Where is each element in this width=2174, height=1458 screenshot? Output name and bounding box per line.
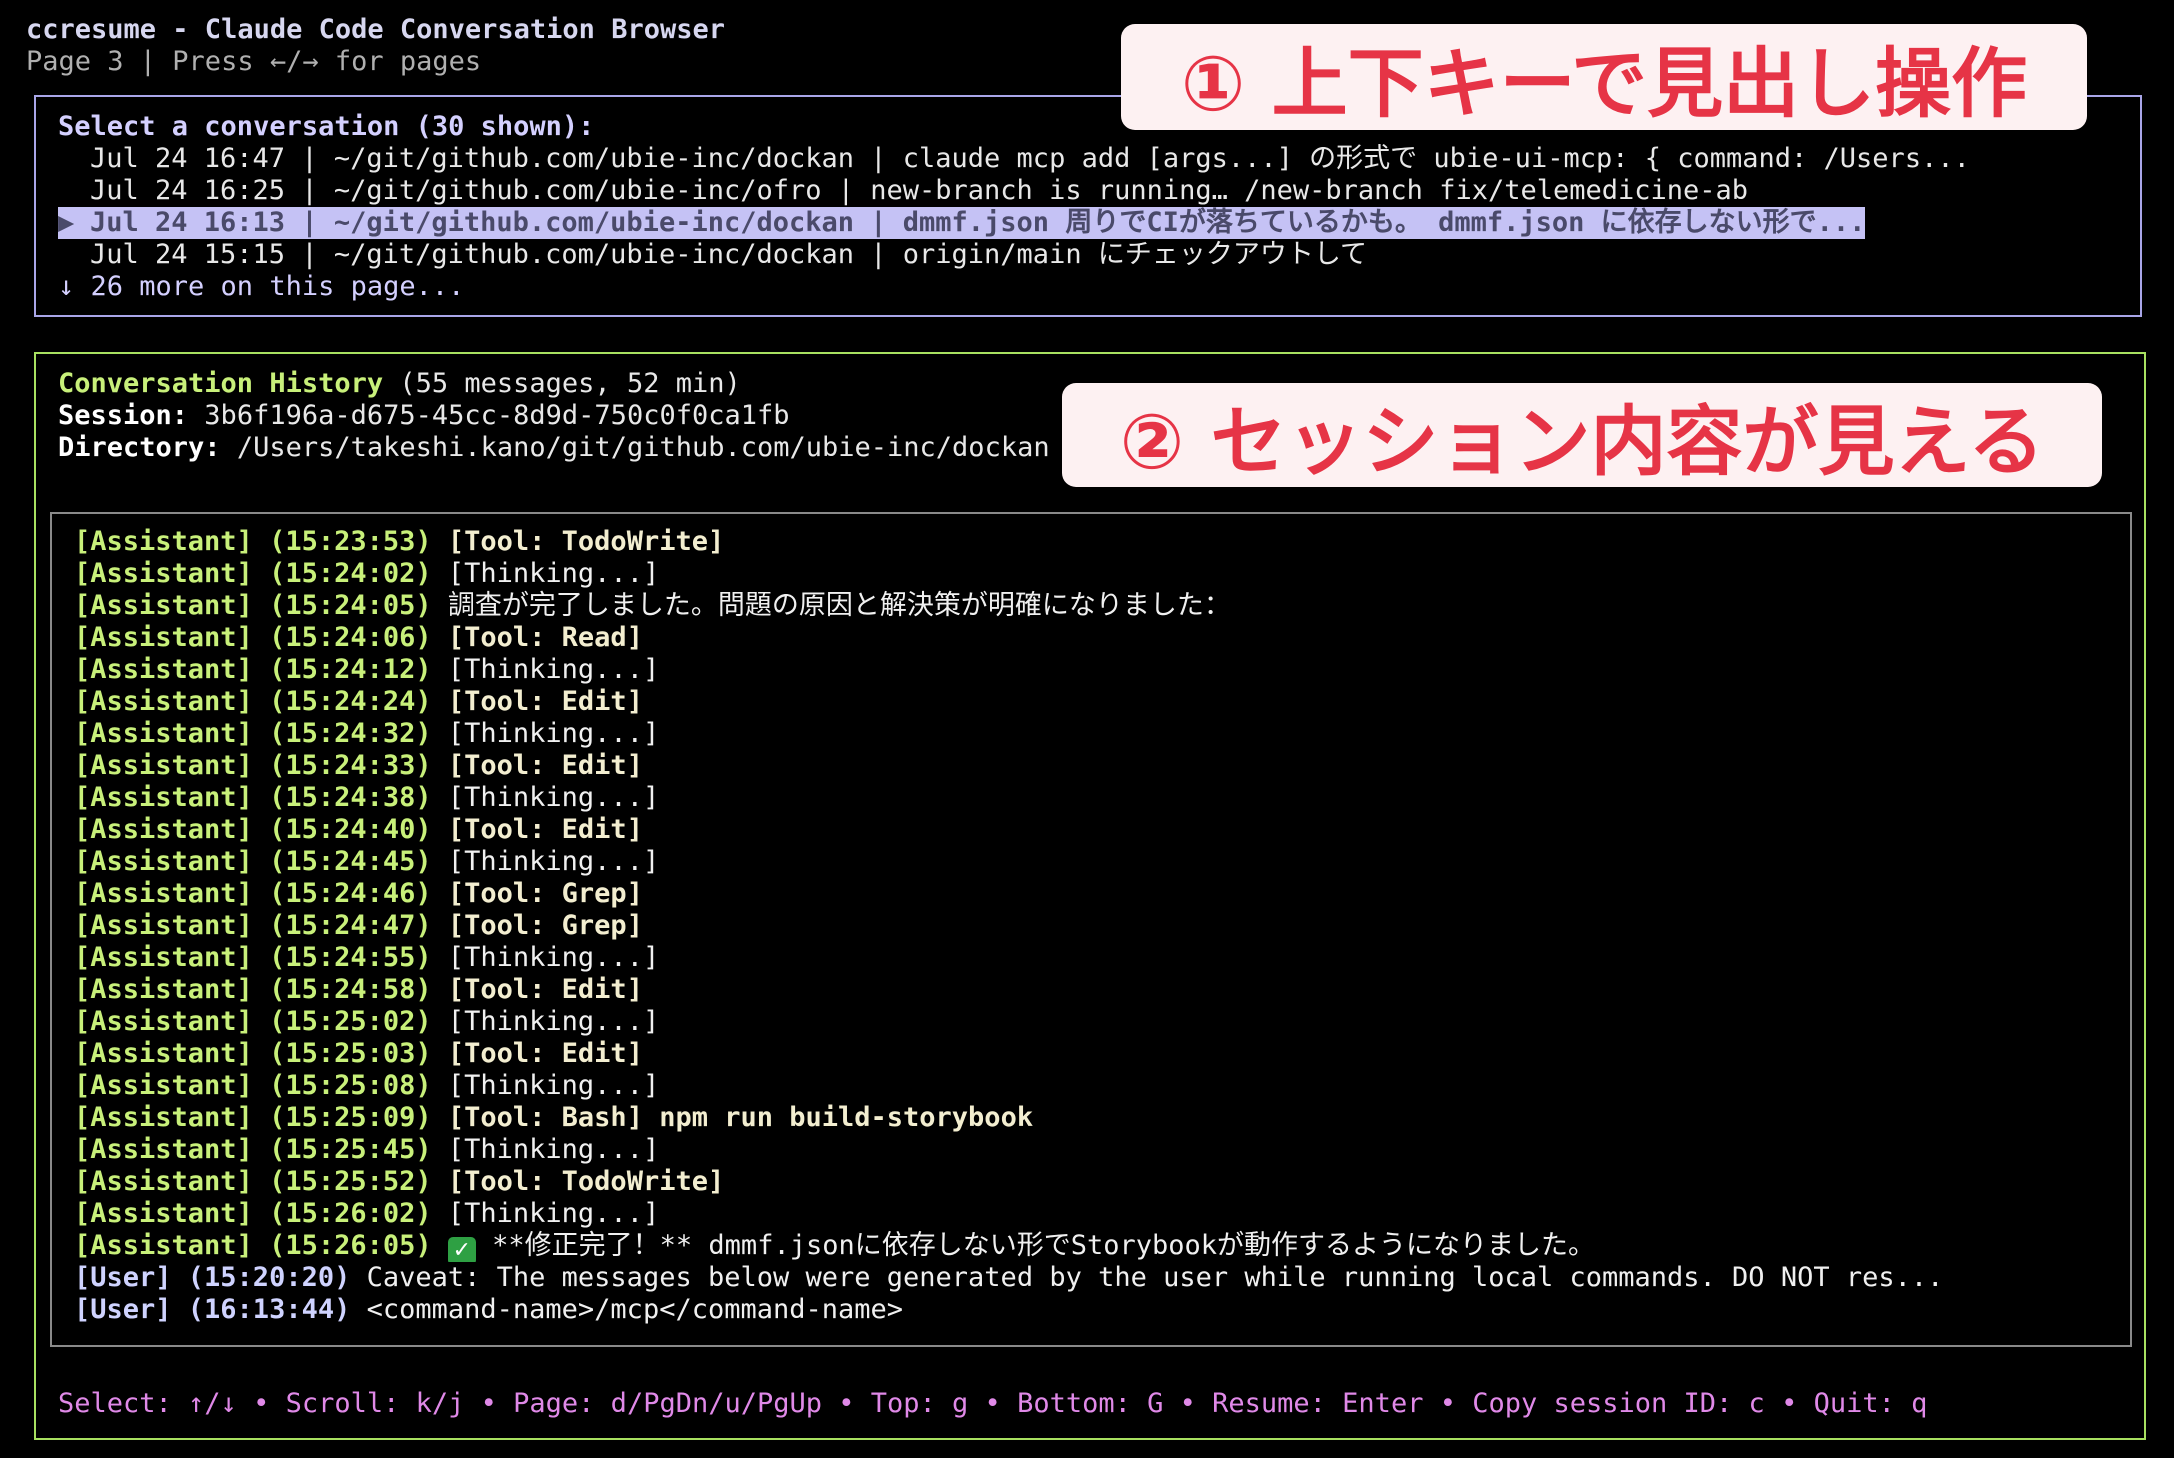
message-author: [Assistant] (15:24:47) — [74, 910, 432, 941]
message-author: [Assistant] (15:24:06) — [74, 622, 432, 653]
message-row: [Assistant] (15:24:32) [Thinking...] — [74, 718, 1943, 750]
message-row: [Assistant] (15:24:12) [Thinking...] — [74, 654, 1943, 686]
message-row: [Assistant] (15:24:06) [Tool: Read] — [74, 622, 1943, 654]
message-text: [Thinking...] — [431, 782, 660, 813]
conversation-history-panel: Conversation History (55 messages, 52 mi… — [34, 352, 2146, 1440]
message-text: [Thinking...] — [431, 718, 660, 749]
message-text: [Tool: Edit] — [431, 974, 643, 1005]
check-mark-icon: ✓ — [447, 1237, 476, 1262]
message-author: [Assistant] (15:25:45) — [74, 1134, 432, 1165]
message-author: [Assistant] (15:26:02) — [74, 1198, 432, 1229]
message-text: **修正完了！** dmmf.jsonに依存しない形でStorybookが動作す… — [475, 1230, 1596, 1261]
message-author: [Assistant] (15:24:45) — [74, 846, 432, 877]
message-author: [Assistant] (15:25:08) — [74, 1070, 432, 1101]
message-row: [User] (15:20:20) Caveat: The messages b… — [74, 1262, 1943, 1294]
message-row: [Assistant] (15:25:09) [Tool: Bash] npm … — [74, 1102, 1943, 1134]
message-text: <command-name>/mcp</command-name> — [350, 1294, 904, 1325]
message-text: 調査が完了しました。問題の原因と解決策が明確になりました： — [431, 590, 1231, 621]
message-text: [Thinking...] — [431, 846, 660, 877]
message-text: [Tool: Edit] — [431, 1038, 643, 1069]
message-text: [Tool: Grep] — [431, 878, 643, 909]
conversation-row[interactable]: Jul 24 16:25 | ~/git/github.com/ubie-inc… — [58, 175, 2130, 207]
message-text: [Tool: Read] — [431, 622, 643, 653]
message-author: [Assistant] (15:25:09) — [74, 1102, 432, 1133]
message-list[interactable]: [Assistant] (15:23:53) [Tool: TodoWrite]… — [50, 512, 2132, 1347]
directory-path: /Users/takeshi.kano/git/github.com/ubie-… — [220, 432, 1050, 463]
message-text: [Thinking...] — [431, 942, 660, 973]
message-row: [Assistant] (15:26:02) [Thinking...] — [74, 1198, 1943, 1230]
message-author: [Assistant] (15:24:55) — [74, 942, 432, 973]
history-summary: (55 messages, 52 min) — [383, 368, 741, 399]
history-label: Conversation History — [58, 368, 384, 399]
message-author: [User] (16:13:44) — [74, 1294, 351, 1325]
message-row: [Assistant] (15:25:52) [Tool: TodoWrite] — [74, 1166, 1943, 1198]
message-text: [Tool: Grep] — [431, 910, 643, 941]
session-label: Session: — [58, 400, 189, 431]
message-row: [Assistant] (15:24:58) [Tool: Edit] — [74, 974, 1943, 1006]
page-indicator: Page 3 | Press ←/→ for pages — [26, 46, 482, 77]
message-author: [Assistant] (15:25:02) — [74, 1006, 432, 1037]
message-row: [Assistant] (15:23:53) [Tool: TodoWrite] — [74, 526, 1943, 558]
message-author: [Assistant] (15:23:53) — [74, 526, 432, 557]
message-row: [User] (16:13:44) <command-name>/mcp</co… — [74, 1294, 1943, 1326]
conversation-row-selected[interactable]: ▶ Jul 24 16:13 | ~/git/github.com/ubie-in… — [58, 207, 1866, 239]
message-author: [Assistant] (15:25:52) — [74, 1166, 432, 1197]
message-row: [Assistant] (15:24:45) [Thinking...] — [74, 846, 1943, 878]
message-author: [Assistant] (15:24:12) — [74, 654, 432, 685]
message-text: [Thinking...] — [431, 1134, 660, 1165]
message-row: [Assistant] (15:24:46) [Tool: Grep] — [74, 878, 1943, 910]
message-author: [Assistant] (15:25:03) — [74, 1038, 432, 1069]
message-text: [Tool: Edit] — [431, 814, 643, 845]
message-text: [Thinking...] — [431, 1070, 660, 1101]
message-author: [Assistant] (15:24:32) — [74, 718, 432, 749]
conversation-row[interactable]: Jul 24 16:47 | ~/git/github.com/ubie-inc… — [58, 143, 2130, 175]
message-row: [Assistant] (15:24:24) [Tool: Edit] — [74, 686, 1943, 718]
message-row: [Assistant] (15:24:38) [Thinking...] — [74, 782, 1943, 814]
message-row: [Assistant] (15:25:08) [Thinking...] — [74, 1070, 1943, 1102]
message-author: [Assistant] (15:24:58) — [74, 974, 432, 1005]
conversation-row[interactable]: Jul 24 15:15 | ~/git/github.com/ubie-inc… — [58, 239, 2130, 271]
message-author: [Assistant] (15:24:40) — [74, 814, 432, 845]
callout-session-view: ② セッション内容が見える — [1062, 383, 2102, 487]
message-row: [Assistant] (15:24:55) [Thinking...] — [74, 942, 1943, 974]
message-author: [Assistant] (15:24:46) — [74, 878, 432, 909]
message-row: [Assistant] (15:24:47) [Tool: Grep] — [74, 910, 1943, 942]
message-text: [Thinking...] — [431, 558, 660, 589]
message-text: [Thinking...] — [431, 1198, 660, 1229]
message-text: [Tool: Bash] npm run build-storybook — [431, 1102, 1034, 1133]
message-row: [Assistant] (15:24:40) [Tool: Edit] — [74, 814, 1943, 846]
message-row: [Assistant] (15:24:02) [Thinking...] — [74, 558, 1943, 590]
directory-label: Directory: — [58, 432, 221, 463]
message-row: [Assistant] (15:25:03) [Tool: Edit] — [74, 1038, 1943, 1070]
message-author: [Assistant] (15:26:05) — [74, 1230, 432, 1261]
session-id: 3b6f196a-d675-45cc-8d9d-750c0f0ca1fb — [188, 400, 790, 431]
message-text: [Tool: TodoWrite] — [431, 526, 725, 557]
selected-marker-icon: ▶ — [58, 207, 75, 238]
callout-list-navigation: ① 上下キーで見出し操作 — [1121, 24, 2087, 130]
message-text: [Tool: Edit] — [431, 750, 643, 781]
message-text: [Tool: Edit] — [431, 686, 643, 717]
message-author: [Assistant] (15:24:02) — [74, 558, 432, 589]
keyboard-help: Select: ↑/↓ • Scroll: k/j • Page: d/PgDn… — [58, 1388, 1928, 1419]
message-row: [Assistant] (15:24:33) [Tool: Edit] — [74, 750, 1943, 782]
message-row: [Assistant] (15:25:45) [Thinking...] — [74, 1134, 1943, 1166]
message-author: [Assistant] (15:24:33) — [74, 750, 432, 781]
message-text: [Thinking...] — [431, 654, 660, 685]
message-row: [Assistant] (15:25:02) [Thinking...] — [74, 1006, 1943, 1038]
more-conversations-indicator[interactable]: ↓ 26 more on this page... — [58, 271, 2130, 303]
message-row: [Assistant] (15:26:05) ✓ **修正完了！** dmmf.… — [74, 1230, 1943, 1262]
app-title: ccresume - Claude Code Conversation Brow… — [26, 14, 725, 45]
message-text: [Tool: TodoWrite] — [431, 1166, 725, 1197]
message-row: [Assistant] (15:24:05) 調査が完了しました。問題の原因と解… — [74, 590, 1943, 622]
message-text: [Thinking...] — [431, 1006, 660, 1037]
message-author: [User] (15:20:20) — [74, 1262, 351, 1293]
message-author: [Assistant] (15:24:38) — [74, 782, 432, 813]
message-text: Caveat: The messages below were generate… — [350, 1262, 1944, 1293]
message-author: [Assistant] (15:24:24) — [74, 686, 432, 717]
message-author: [Assistant] (15:24:05) — [74, 590, 432, 621]
